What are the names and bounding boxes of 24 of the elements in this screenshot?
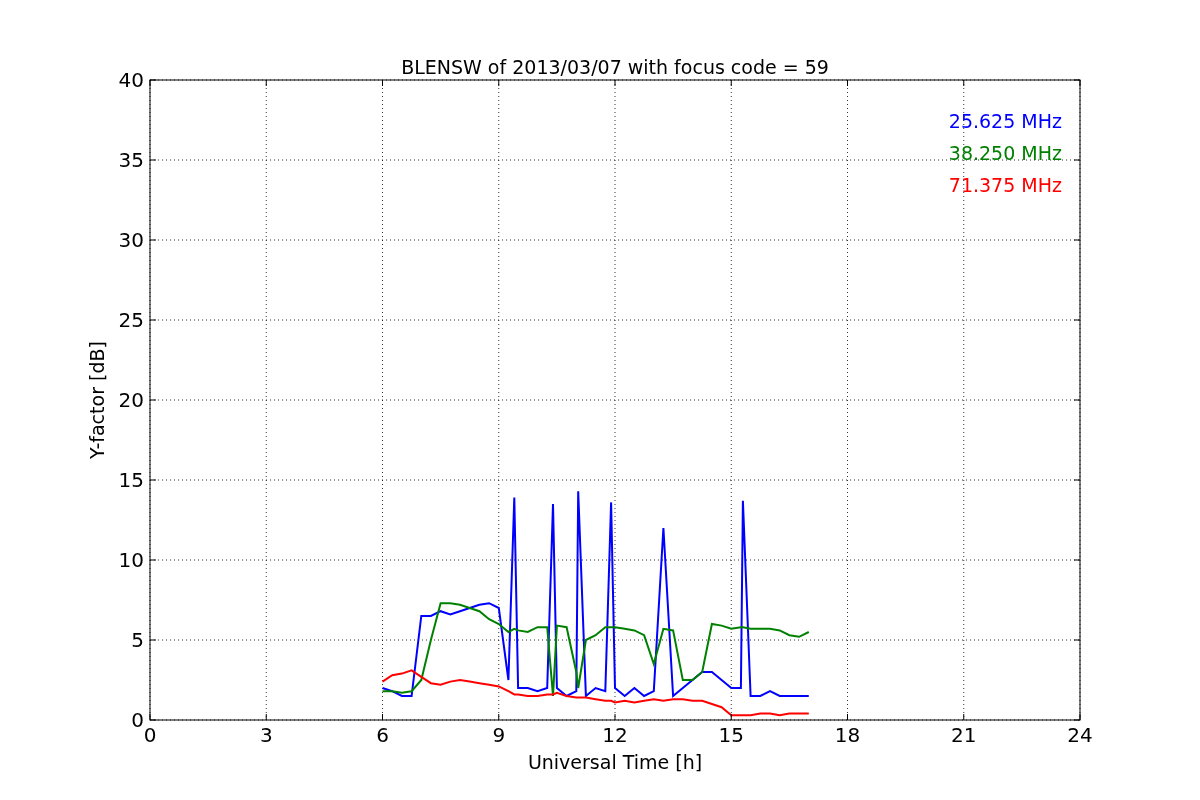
- y-axis-label: Y-factor [dB]: [86, 341, 108, 459]
- chart-title: BLENSW of 2013/03/07 with focus code = 59: [401, 56, 829, 78]
- y-tick-label: 5: [131, 628, 144, 652]
- x-tick-label: 0: [143, 723, 157, 747]
- x-tick-label: 18: [834, 723, 861, 747]
- x-axis-label: Universal Time [h]: [527, 751, 703, 773]
- x-tick-label: 3: [259, 723, 273, 747]
- x-tick-label: 9: [492, 723, 506, 747]
- y-tick-label: 0: [131, 708, 144, 732]
- x-tick-label: 12: [602, 723, 628, 747]
- y-tick-label: 15: [118, 468, 144, 492]
- x-tick-label: 24: [1067, 723, 1093, 747]
- y-tick-label: 25: [118, 308, 144, 332]
- x-tick-label: 6: [376, 723, 389, 747]
- legend-label: 38.250 MHz: [948, 142, 1062, 164]
- x-tick-label: 15: [718, 723, 744, 747]
- y-tick-label: 20: [118, 388, 144, 412]
- legend-label: 71.375 MHz: [948, 174, 1062, 196]
- y-tick-label: 10: [118, 548, 144, 572]
- y-tick-label: 35: [118, 148, 144, 172]
- y-tick-label: 40: [118, 68, 144, 92]
- y-tick-label: 30: [118, 228, 144, 252]
- x-tick-label: 21: [951, 723, 977, 747]
- legend-label: 25.625 MHz: [948, 110, 1062, 132]
